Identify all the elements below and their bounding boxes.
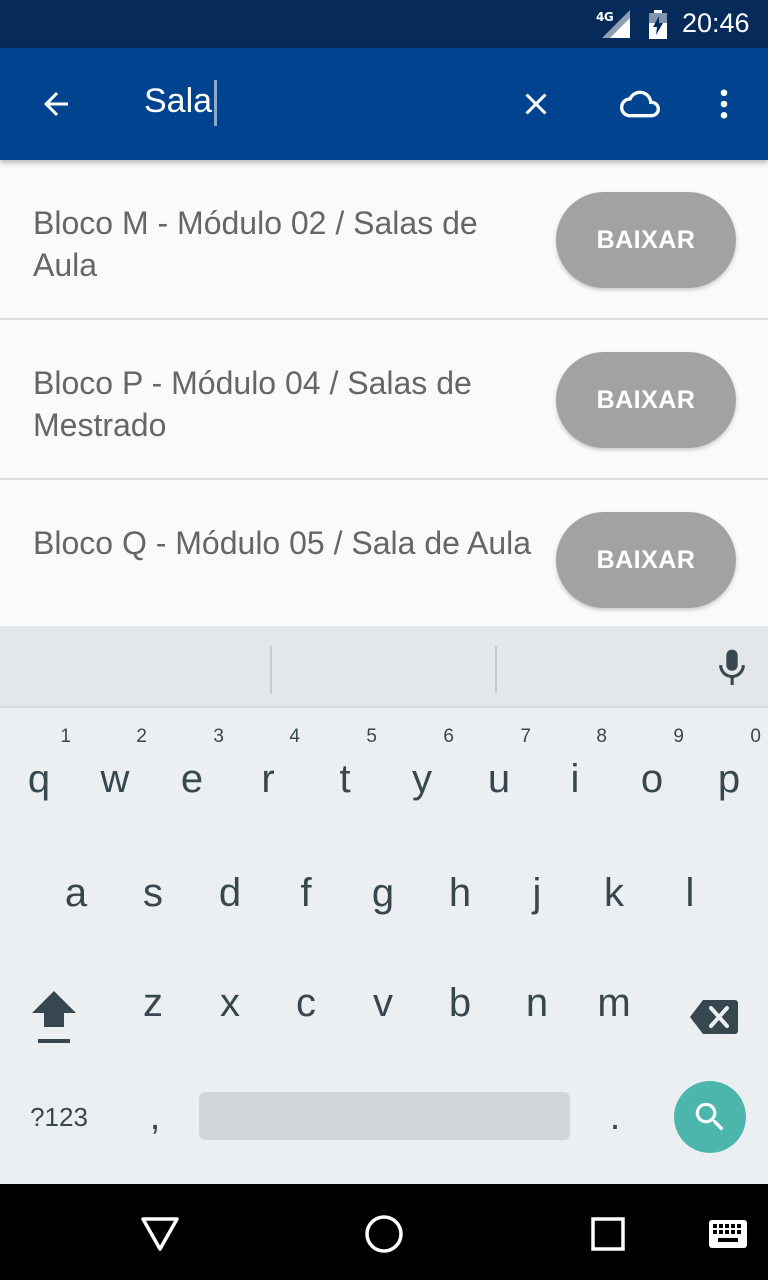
key-f[interactable]: f [268, 838, 344, 948]
key-hint: 1 [60, 726, 71, 747]
key-z[interactable]: z [115, 948, 191, 1058]
cloud-button[interactable] [604, 72, 676, 136]
result-title: Bloco M - Módulo 02 / Salas de Aula [33, 205, 478, 283]
search-icon [695, 1102, 724, 1131]
key-o[interactable]: 9o [614, 716, 690, 826]
key-label: q [27, 756, 51, 801]
back-button[interactable] [24, 72, 88, 136]
key-label: w [100, 756, 130, 801]
download-button[interactable]: BAIXAR [556, 352, 736, 448]
key-label: t [339, 756, 351, 801]
result-title: Bloco Q - Módulo 05 / Sala de Aula [33, 525, 532, 561]
key-q[interactable]: 1q [1, 716, 77, 826]
key-j[interactable]: j [499, 838, 575, 948]
search-key[interactable] [674, 1081, 746, 1153]
key-hint: 9 [673, 726, 684, 747]
text-cursor [214, 80, 217, 126]
battery-icon [648, 10, 668, 44]
list-item[interactable]: Bloco P - Módulo 04 / Salas de Mestrado … [0, 320, 768, 480]
key-m[interactable]: m [576, 948, 652, 1058]
key-c[interactable]: c [268, 948, 344, 1058]
network-type-label: 4G [596, 10, 614, 24]
overflow-menu-button[interactable] [696, 72, 752, 136]
key-hint: 0 [750, 726, 761, 747]
list-item[interactable]: Bloco M - Módulo 02 / Salas de Aula BAIX… [0, 160, 768, 320]
key-label: u [487, 756, 511, 801]
key-hint: 3 [213, 726, 224, 747]
navigation-bar [0, 1184, 768, 1280]
key-label: e [180, 756, 204, 801]
square-recents-icon [591, 1217, 625, 1251]
suggestion-divider [270, 646, 272, 694]
backspace-key[interactable] [672, 962, 756, 1072]
key-e[interactable]: 3e [154, 716, 230, 826]
keyboard-icon [709, 1220, 747, 1248]
nav-back-button[interactable] [132, 1206, 188, 1262]
key-a[interactable]: a [38, 838, 114, 948]
key-n[interactable]: n [499, 948, 575, 1058]
key-v[interactable]: v [345, 948, 421, 1058]
results-list: Bloco M - Módulo 02 / Salas de Aula BAIX… [0, 160, 768, 626]
space-key[interactable] [199, 1092, 570, 1140]
suggestion-strip [0, 626, 768, 708]
period-key[interactable]: . [580, 1072, 650, 1162]
key-s[interactable]: s [115, 838, 191, 948]
circle-home-icon [365, 1215, 403, 1253]
key-hint: 7 [520, 726, 531, 747]
key-k[interactable]: k [576, 838, 652, 948]
key-hint: 2 [136, 726, 147, 747]
symbols-key[interactable]: ?123 [14, 1072, 104, 1162]
more-vert-icon [720, 89, 728, 119]
suggestion-divider [495, 646, 497, 694]
search-input[interactable]: Sala [144, 82, 212, 121]
key-r[interactable]: 4r [230, 716, 306, 826]
soft-keyboard: 1q2w3e4r5t6y7u8i9o0p asdfghjkl zxcvbnm ?… [0, 626, 768, 1184]
voice-input-button[interactable] [704, 640, 760, 696]
signal-icon: 4G [596, 10, 632, 42]
search-toolbar: Sala [0, 48, 768, 160]
key-label: p [717, 756, 741, 801]
key-b[interactable]: b [422, 948, 498, 1058]
key-hint: 4 [289, 726, 300, 747]
nav-recents-button[interactable] [580, 1206, 636, 1262]
comma-key[interactable]: , [120, 1072, 190, 1162]
result-title: Bloco P - Módulo 04 / Salas de Mestrado [33, 365, 472, 443]
list-item[interactable]: Bloco Q - Módulo 05 / Sala de Aula BAIXA… [0, 480, 768, 626]
key-hint: 8 [596, 726, 607, 747]
key-x[interactable]: x [192, 948, 268, 1058]
key-t[interactable]: 5t [307, 716, 383, 826]
download-button[interactable]: BAIXAR [556, 192, 736, 288]
key-label: r [261, 756, 275, 801]
arrow-back-icon [44, 92, 68, 116]
key-hint: 6 [443, 726, 454, 747]
clear-search-button[interactable] [504, 72, 568, 136]
close-icon [525, 93, 547, 115]
key-h[interactable]: h [422, 838, 498, 948]
key-label: o [640, 756, 664, 801]
key-l[interactable]: l [652, 838, 728, 948]
cloud-icon [620, 90, 660, 118]
key-d[interactable]: d [192, 838, 268, 948]
clock: 20:46 [682, 8, 750, 38]
download-button[interactable]: BAIXAR [556, 512, 736, 608]
shift-key[interactable] [16, 962, 92, 1072]
key-label: i [570, 756, 580, 801]
shift-icon [32, 991, 76, 1043]
key-u[interactable]: 7u [461, 716, 537, 826]
keyboard-switch-button[interactable] [700, 1206, 756, 1262]
backspace-icon [690, 1000, 738, 1034]
key-hint: 5 [366, 726, 377, 747]
key-p[interactable]: 0p [691, 716, 767, 826]
triangle-back-icon [141, 1217, 179, 1251]
key-y[interactable]: 6y [384, 716, 460, 826]
mic-icon [719, 649, 745, 685]
key-i[interactable]: 8i [537, 716, 613, 826]
nav-home-button[interactable] [356, 1206, 412, 1262]
key-g[interactable]: g [345, 838, 421, 948]
key-label: y [412, 756, 432, 801]
status-bar: 4G 20:46 [0, 0, 768, 48]
key-w[interactable]: 2w [77, 716, 153, 826]
